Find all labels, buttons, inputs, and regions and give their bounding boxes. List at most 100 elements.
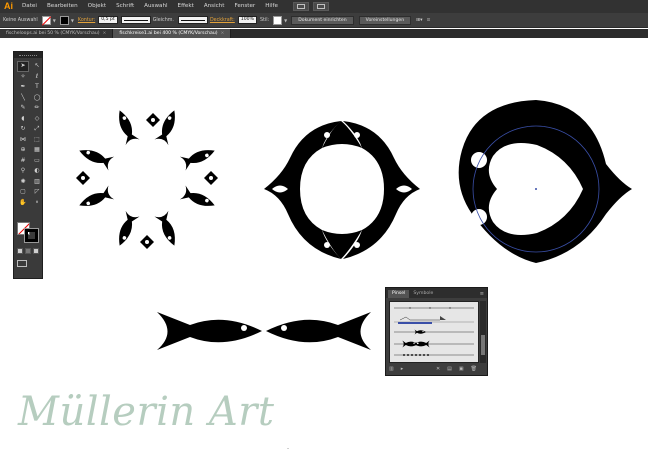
app-logo: Ai <box>4 1 13 11</box>
free-transform-tool-icon[interactable]: ⬚ <box>31 135 43 146</box>
brush-list <box>389 301 479 363</box>
pencil-tool-icon[interactable]: ✏ <box>31 103 43 114</box>
scroll-thumb[interactable] <box>481 335 485 355</box>
preferences-button[interactable]: Voreinstellungen <box>358 15 412 25</box>
line-icon <box>180 19 205 21</box>
screen-mode-icon[interactable] <box>17 260 27 267</box>
width-tool-icon[interactable]: ⋈ <box>17 135 29 146</box>
artboard-canvas[interactable]: ¨ Müllerin Art <box>0 38 648 454</box>
menu-ansicht[interactable]: Ansicht <box>199 0 230 13</box>
color-mode-icon[interactable] <box>17 248 23 254</box>
none-mode-icon[interactable] <box>33 248 39 254</box>
ellipse-tool-icon[interactable]: ◯ <box>31 93 43 104</box>
selection-tool-icon[interactable]: ➤ <box>17 61 29 72</box>
brush-library-icon[interactable]: ▥ <box>389 366 394 372</box>
close-icon[interactable]: × <box>103 31 107 36</box>
gradient-tool-icon[interactable]: ▭ <box>31 156 43 167</box>
eraser-tool-icon[interactable]: ◇ <box>31 114 43 125</box>
brush-options-arrow-icon[interactable]: ▸ <box>401 366 404 372</box>
arrange-icon <box>316 4 325 9</box>
menu-objekt[interactable]: Objekt <box>83 0 111 13</box>
zoom-tool-icon[interactable]: ⚬ <box>31 198 43 209</box>
paintbrush-tool-icon[interactable]: ✎ <box>17 103 29 114</box>
new-brush-icon[interactable]: ▣ <box>459 366 464 372</box>
fish-pair <box>157 312 371 350</box>
close-icon[interactable]: × <box>221 31 225 36</box>
bridge-button[interactable] <box>292 2 309 11</box>
blend-tool-icon[interactable]: ◐ <box>31 166 43 177</box>
remove-stroke-icon[interactable]: ✕ <box>436 366 440 372</box>
illustrator-window: Ai Datei Bearbeiten Objekt Schrift Auswa… <box>0 0 648 454</box>
bridge-icon <box>296 4 305 9</box>
menu-datei[interactable]: Datei <box>17 0 42 13</box>
tab-symbole[interactable]: Symbole <box>409 290 437 298</box>
document-setup-button[interactable]: Dokument einrichten <box>291 15 354 25</box>
artboard-tool-icon[interactable]: ▢ <box>17 187 29 198</box>
line-icon <box>123 19 148 21</box>
tab-pinsel[interactable]: Pinsel <box>388 290 410 298</box>
column-graph-tool-icon[interactable]: ▥ <box>31 177 43 188</box>
brush-options-icon[interactable]: ▤ <box>447 366 452 372</box>
style-label: Stil: <box>259 17 270 23</box>
menu-effekt[interactable]: Effekt <box>173 0 199 13</box>
magic-wand-tool-icon[interactable]: ✧ <box>17 72 29 83</box>
trash-icon[interactable]: 🗑 <box>471 366 477 372</box>
brush-definition-preview[interactable] <box>177 16 208 24</box>
stroke-profile-preview[interactable] <box>120 16 151 24</box>
lasso-tool-icon[interactable]: ℓ <box>31 72 43 83</box>
pen-tool-icon[interactable]: ✒ <box>17 82 29 93</box>
opacity-field[interactable]: 100% <box>237 16 257 24</box>
panel-menu-icon[interactable]: ≡ <box>480 290 487 298</box>
fill-stroke-widget[interactable] <box>17 222 39 243</box>
stroke-weight-field[interactable]: 0,5 pt <box>98 16 118 24</box>
cursor-icon: ¨ <box>287 448 290 454</box>
menu-hilfe[interactable]: Hilfe <box>260 0 283 13</box>
tab-fischeloops[interactable]: fischeloops.ai bei 50 % (CMYK/Vorschau) × <box>0 29 114 38</box>
graphic-style-swatch[interactable] <box>273 15 283 25</box>
menu-bar: Ai Datei Bearbeiten Objekt Schrift Auswa… <box>0 0 648 13</box>
slice-tool-icon[interactable]: ◸ <box>31 187 43 198</box>
chevron-down-icon[interactable]: ▼ <box>53 18 56 23</box>
brush-list-scrollbar[interactable] <box>480 301 486 363</box>
stroke-link[interactable]: Kontur: <box>78 18 95 23</box>
shape-builder-tool-icon[interactable]: ⊕ <box>17 145 29 156</box>
scale-tool-icon[interactable]: ⤢ <box>31 124 43 135</box>
tools-panel: ➤ ↖ ✧ ℓ ✒ T ╲ ◯ ✎ ✏ ◖ ◇ ↻ ⤢ ⋈ ⬚ ⊕ ▦ # ▭ … <box>13 51 43 279</box>
tab-label: fischeloops.ai bei 50 % (CMYK/Vorschau) <box>6 31 100 36</box>
direct-selection-tool-icon[interactable]: ↖ <box>31 61 43 72</box>
arrange-documents-button[interactable] <box>312 2 329 11</box>
line-tool-icon[interactable]: ╲ <box>17 93 29 104</box>
blob-brush-tool-icon[interactable]: ◖ <box>17 114 29 125</box>
fish-ring-large <box>264 121 420 259</box>
symbol-sprayer-tool-icon[interactable]: ✺ <box>17 177 29 188</box>
chevron-down-icon[interactable]: ▼ <box>284 18 287 23</box>
brush-panel-tabs: Pinsel Symbole ≡ <box>386 288 487 298</box>
type-tool-icon[interactable]: T <box>31 82 43 93</box>
menu-auswahl[interactable]: Auswahl <box>139 0 172 13</box>
rotate-tool-icon[interactable]: ↻ <box>17 124 29 135</box>
arrange-icon[interactable]: ⊞▾ <box>416 18 422 23</box>
fish-heart <box>458 100 632 263</box>
perspective-grid-tool-icon[interactable]: ▦ <box>31 145 43 156</box>
selection-status: Keine Auswahl <box>3 17 38 23</box>
tab-fischkreise[interactable]: fischkreise1.ai bei 400 % (CMYK/Vorschau… <box>113 29 232 38</box>
stroke-black-swatch[interactable] <box>24 228 39 243</box>
menu-fenster[interactable]: Fenster <box>229 0 260 13</box>
eyedropper-tool-icon[interactable]: ⚲ <box>17 166 29 177</box>
menu-schrift[interactable]: Schrift <box>111 0 139 13</box>
brush-panel: Pinsel Symbole ≡ ▥ ▸ ✕ ▤ ▣ 🗑 <box>385 287 488 376</box>
menu-bearbeiten[interactable]: Bearbeiten <box>42 0 83 13</box>
stroke-swatch[interactable] <box>59 15 69 25</box>
document-tab-bar: fischeloops.ai bei 50 % (CMYK/Vorschau) ×… <box>0 29 648 38</box>
color-mode-buttons <box>17 248 41 267</box>
chevron-down-icon[interactable]: ▼ <box>71 18 74 23</box>
fill-swatch[interactable] <box>41 15 51 25</box>
tab-label: fischkreise1.ai bei 400 % (CMYK/Vorschau… <box>119 31 218 36</box>
hand-tool-icon[interactable]: ✋ <box>17 198 29 209</box>
gradient-mode-icon[interactable] <box>25 248 31 254</box>
panel-menu-icon[interactable]: ≡ <box>427 18 431 23</box>
opacity-link[interactable]: Deckkraft: <box>210 18 235 23</box>
watermark: Müllerin Art <box>18 389 275 435</box>
mesh-tool-icon[interactable]: # <box>17 156 29 167</box>
fish-ring-small <box>76 107 218 249</box>
